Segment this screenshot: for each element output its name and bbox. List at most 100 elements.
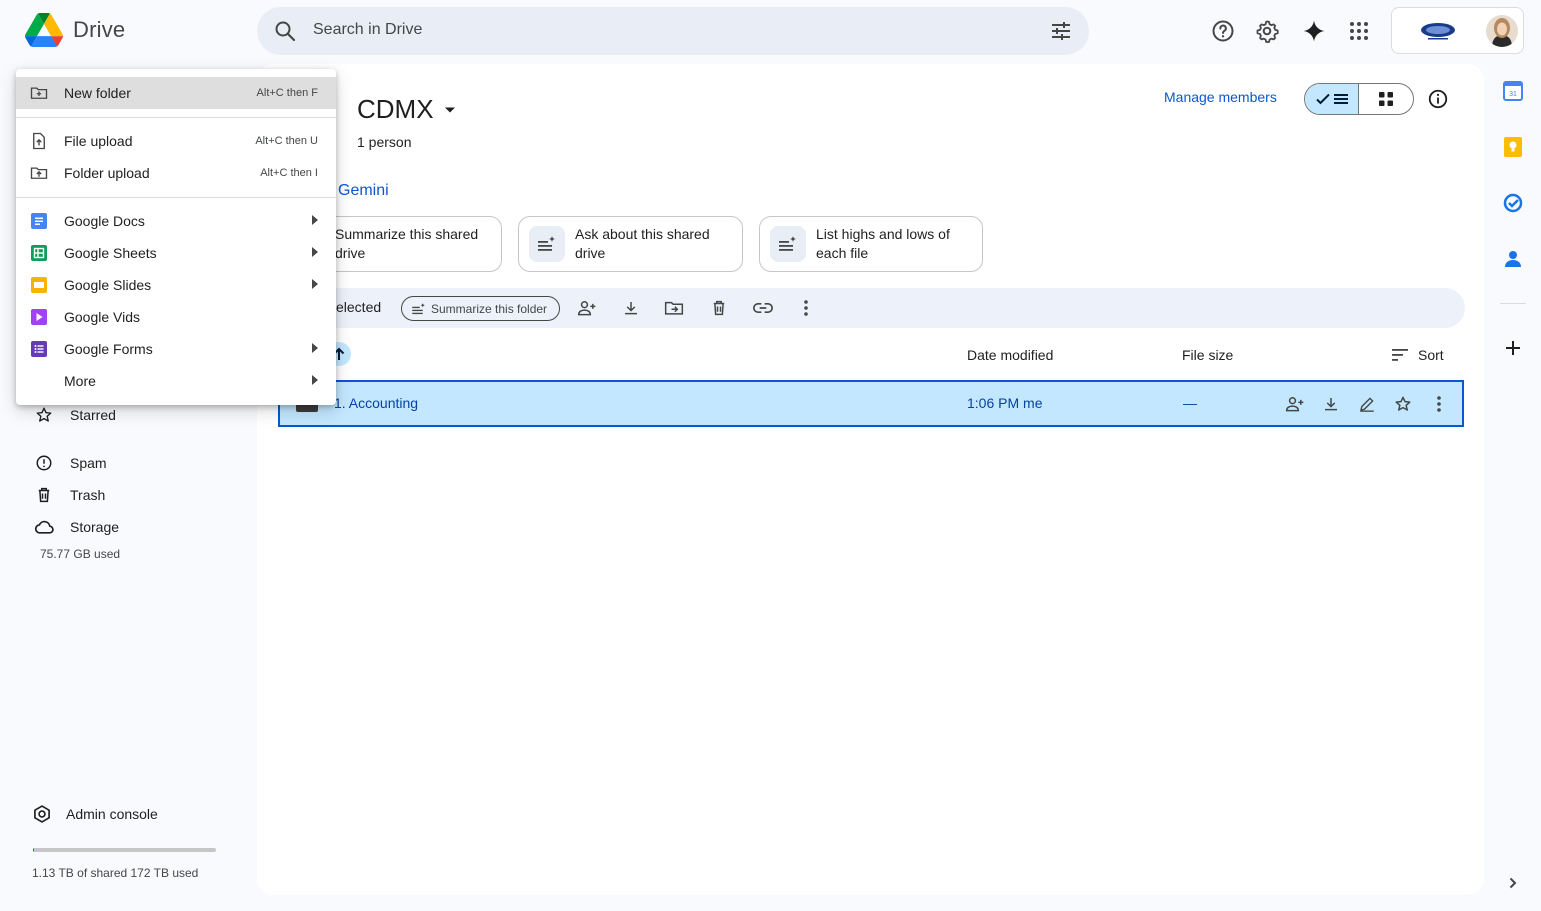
caret-down-icon [444,106,456,114]
search-input[interactable]: Search in Drive [313,21,422,39]
drive-name: CDMX [357,94,434,124]
menu-item-label: Google Docs [64,213,145,229]
cloud-icon [34,517,54,537]
storage-quota-text: 1.13 TB of shared 172 TB used [32,866,199,880]
menu-item-label: Folder upload [64,165,150,181]
chip-label: Summarize this shared drive [335,226,479,261]
download-icon[interactable] [620,297,642,319]
search-options-icon[interactable] [1049,19,1073,43]
file-upload-icon [30,132,48,150]
copy-link-icon[interactable] [752,297,774,319]
download-icon[interactable] [1321,394,1341,414]
menu-item-shortcut: Alt+C then I [260,167,318,179]
move-to-folder-icon[interactable] [663,297,685,319]
submenu-arrow-icon [312,215,318,225]
info-icon[interactable] [1427,88,1449,110]
share-person-add-icon[interactable] [576,297,598,319]
main-panel [257,64,1484,895]
summarize-folder-button[interactable]: Summarize this folder [401,296,561,321]
sparkle-list-icon [412,302,425,314]
file-size: — [1183,395,1197,411]
sort-button[interactable]: Sort [1392,347,1444,363]
gemini-chip-highs-lows[interactable]: List highs and lows of each file [759,216,983,272]
menu-item-google-slides[interactable]: Google Slides [16,269,336,301]
keep-notes-icon[interactable] [1502,136,1524,158]
menu-item-label: Google Sheets [64,245,157,261]
menu-item-label: File upload [64,133,133,149]
menu-item-folder-upload[interactable]: Folder upload Alt+C then I [16,157,336,189]
more-vert-icon[interactable] [1429,394,1449,414]
grid-icon [1379,92,1393,106]
new-folder-icon [30,84,48,102]
menu-item-new-folder[interactable]: New folder Alt+C then F [16,77,336,109]
selected-count-text: elected [336,299,382,315]
gemini-sparkle-icon[interactable] [1299,16,1329,46]
tasks-icon[interactable] [1502,192,1524,214]
sidebar-item-storage[interactable]: Storage [34,517,119,537]
menu-item-google-sheets[interactable]: Google Sheets [16,237,336,269]
sidebar-item-starred[interactable]: Starred [34,405,116,425]
spam-icon [34,453,54,473]
folder-upload-icon [30,164,48,182]
trash-icon [34,485,54,505]
column-header-date-modified[interactable]: Date modified [967,347,1053,363]
more-vert-icon[interactable] [795,297,817,319]
gemini-chip-ask-drive[interactable]: Ask about this shared drive [518,216,743,272]
file-date-modified: 1:06 PM me [967,395,1043,411]
admin-console-link[interactable]: Admin console [32,804,158,824]
admin-console-label: Admin console [66,806,158,822]
settings-icon[interactable] [1252,16,1282,46]
drive-logo[interactable]: Drive [25,13,125,47]
menu-item-label: Google Vids [64,309,141,325]
google-drive-logo-icon [25,13,63,47]
submenu-arrow-icon [312,375,318,385]
sparkle-list-icon [770,226,806,262]
file-name[interactable]: 1. Accounting [334,395,418,411]
google-slides-icon [30,276,48,294]
star-icon [34,405,54,425]
summarize-folder-label: Summarize this folder [431,301,548,316]
menu-item-more[interactable]: More [16,365,336,397]
apps-grid-icon[interactable] [1344,16,1374,46]
rail-divider [1500,303,1526,304]
rename-pencil-icon[interactable] [1357,394,1377,414]
chevron-right-icon[interactable] [1502,872,1524,894]
menu-item-google-vids[interactable]: Google Vids [16,301,336,333]
menu-item-google-forms[interactable]: Google Forms [16,333,336,365]
avatar[interactable] [1486,15,1518,47]
sidebar-item-spam[interactable]: Spam [34,453,107,473]
sidebar-item-label: Storage [70,519,120,535]
organization-logo [1420,21,1456,41]
search-bar[interactable]: Search in Drive [257,7,1089,55]
storage-quota-bar [33,848,216,852]
contacts-icon[interactable] [1502,248,1524,270]
menu-item-shortcut: Alt+C then F [256,87,318,99]
submenu-arrow-icon [312,247,318,257]
search-icon[interactable] [273,19,297,43]
menu-item-file-upload[interactable]: File upload Alt+C then U [16,125,336,157]
submenu-arrow-icon [312,279,318,289]
shared-drive-title[interactable]: CDMX [357,94,456,125]
chip-label: Ask about this shared drive [575,226,710,261]
help-icon[interactable] [1208,16,1238,46]
table-row[interactable]: 1. Accounting 1:06 PM me — [278,380,1464,427]
view-toggle[interactable] [1304,83,1414,115]
menu-divider [16,197,336,198]
list-view-button[interactable] [1305,84,1360,114]
share-person-add-icon[interactable] [1285,394,1305,414]
delete-trash-icon[interactable] [708,297,730,319]
google-docs-icon [30,212,48,230]
sidebar-item-trash[interactable]: Trash [34,485,105,505]
check-icon [1315,93,1330,105]
list-icon [1333,94,1348,104]
add-plus-icon[interactable] [1502,337,1524,359]
account-switcher[interactable] [1391,7,1524,54]
column-header-file-size[interactable]: File size [1182,347,1233,363]
menu-item-google-docs[interactable]: Google Docs [16,205,336,237]
manage-members-button[interactable]: Manage members [1164,89,1277,105]
gemini-section-label: Gemini [338,182,389,199]
calendar-icon[interactable]: 31 [1502,80,1524,102]
grid-view-button[interactable] [1359,84,1413,114]
svg-text:31: 31 [1509,91,1517,98]
star-icon[interactable] [1393,394,1413,414]
